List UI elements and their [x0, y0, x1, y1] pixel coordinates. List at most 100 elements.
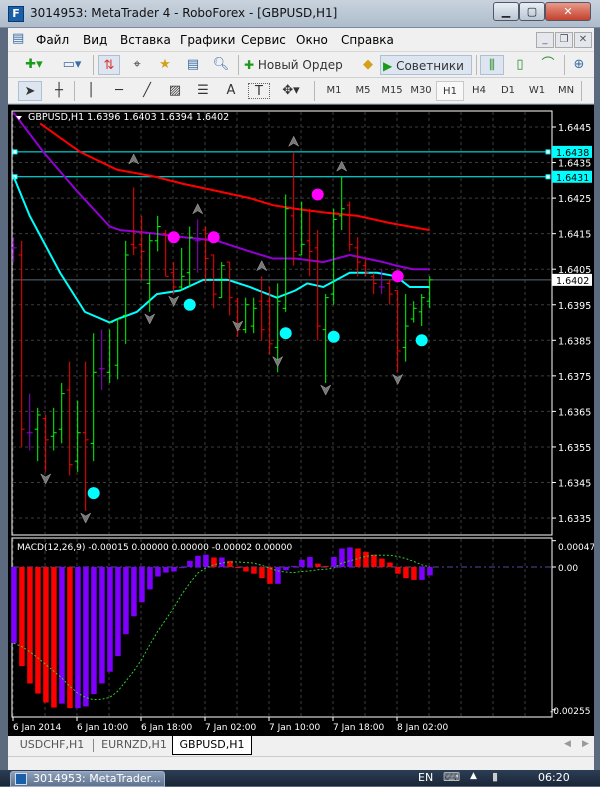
tab-eurnzd[interactable]: EURNZD,H1 — [94, 736, 174, 755]
timeframe-m1[interactable]: M1 — [320, 81, 348, 101]
macd-histogram-bar — [251, 567, 257, 574]
mdi-minimize-button[interactable]: _ — [536, 32, 554, 48]
timeframe-d1[interactable]: D1 — [494, 81, 522, 101]
vertical-line-icon[interactable]: │ — [80, 81, 102, 101]
maximize-button[interactable]: ▢ — [519, 2, 545, 21]
network-icon[interactable]: ▮ — [492, 770, 498, 783]
signal-dot-low — [279, 327, 292, 340]
document-icon[interactable]: ▤ — [12, 31, 24, 46]
macd-histogram-bar — [147, 567, 153, 590]
price-tick-label: 1.6365 — [558, 407, 591, 418]
new-chart-icon[interactable]: ✚▾ — [18, 55, 50, 75]
show-hidden-icons-icon[interactable]: ▲ — [470, 771, 477, 781]
new-order-button[interactable]: ✚ Новый Ордер — [244, 55, 356, 75]
macd-histogram-bar — [19, 567, 25, 667]
price-tick-label: 1.6375 — [558, 372, 591, 383]
macd-tick-label: 0.00 — [558, 564, 578, 574]
macd-histogram-bar — [307, 556, 313, 567]
mdi-restore-button[interactable]: ❐ — [555, 32, 573, 48]
metatrader-icon — [15, 773, 27, 785]
signal-dot-high — [391, 270, 404, 283]
mdi-close-button[interactable]: ✕ — [574, 32, 592, 48]
minimize-button[interactable]: ▁ — [493, 2, 519, 21]
signal-dot-low — [87, 487, 100, 500]
taskbar-label: 3014953: MetaTrader... — [33, 772, 161, 785]
macd-histogram-bar — [83, 567, 89, 707]
timeframe-m5[interactable]: M5 — [349, 81, 377, 101]
tab-scroll-left-icon[interactable]: ◀ — [564, 739, 571, 749]
market-watch-icon[interactable]: ⇅ — [98, 55, 120, 75]
horizontal-line-icon[interactable]: ─ — [108, 81, 130, 101]
profiles-icon[interactable]: ▭▾ — [56, 55, 88, 75]
warning-icon[interactable]: ◆ — [358, 55, 378, 75]
cursor-icon[interactable]: ➤ — [18, 81, 42, 101]
strategy-tester-icon[interactable]: 🔍︎ — [210, 55, 232, 75]
macd-histogram-bar — [323, 565, 329, 567]
menu-help[interactable]: Справка — [341, 33, 394, 47]
macd-histogram-bar — [363, 551, 369, 567]
menu-view[interactable]: Вид — [83, 33, 107, 47]
macd-histogram-bar — [243, 567, 249, 572]
clock[interactable]: 06:20 — [538, 771, 570, 784]
trendline-icon[interactable]: ╱ — [136, 81, 158, 101]
fibonacci-icon[interactable]: ☰ — [192, 81, 214, 101]
macd-histogram-bar — [315, 563, 321, 567]
signal-dot-low — [415, 334, 428, 347]
tab-gbpusd[interactable]: GBPUSD,H1 — [172, 736, 252, 755]
menu-insert[interactable]: Вставка — [120, 33, 171, 47]
tab-scroll-right-icon[interactable]: ▶ — [582, 739, 589, 749]
timeframe-h4[interactable]: H4 — [465, 81, 493, 101]
equidistant-channel-icon[interactable]: ▨ — [164, 81, 186, 101]
timeframe-m30[interactable]: M30 — [407, 81, 435, 101]
text-label-icon[interactable]: T — [248, 83, 270, 99]
line-handle — [545, 174, 551, 180]
title-bar: F 3014953: MetaTrader 4 - RoboForex - [G… — [0, 0, 600, 28]
arrows-dropdown-icon[interactable]: ✥▾ — [276, 81, 306, 101]
macd-histogram-bar — [403, 567, 409, 579]
macd-histogram-bar — [27, 567, 33, 684]
keyboard-icon[interactable]: ⌨ — [443, 770, 460, 784]
menu-file[interactable]: Файл — [36, 33, 69, 47]
macd-histogram-bar — [419, 567, 425, 580]
macd-histogram-bar — [379, 558, 385, 567]
crosshair-navigator-icon[interactable]: ⌖ — [126, 55, 148, 75]
candlestick-icon[interactable]: ▯ — [508, 55, 532, 75]
favorites-folder-icon[interactable]: ★ — [154, 55, 176, 75]
new-order-label: Новый Ордер — [257, 58, 343, 72]
timeframe-m15[interactable]: M15 — [378, 81, 406, 101]
macd-histogram-bar — [139, 567, 145, 603]
macd-histogram-bar — [51, 567, 57, 708]
macd-histogram-bar — [387, 562, 393, 567]
macd-histogram-bar — [123, 567, 129, 635]
macd-tick-label: -0.00255 — [550, 707, 590, 717]
price-tick-label: 1.6385 — [558, 336, 591, 347]
macd-tick-label: 0.00047 — [558, 543, 594, 553]
bar-chart-icon[interactable]: ⫼ — [480, 55, 504, 75]
expert-advisors-label: Советники — [396, 59, 464, 73]
menu-window[interactable]: Окно — [296, 33, 328, 47]
taskbar-metatrader-button[interactable]: 3014953: MetaTrader... — [10, 771, 165, 787]
line-chart-icon[interactable]: ⌒ — [536, 55, 560, 75]
chart-window[interactable]: 1.64451.64351.64251.64151.64051.63951.63… — [8, 105, 594, 736]
menu-tools[interactable]: Сервис — [241, 33, 286, 47]
timeframe-mn[interactable]: MN — [552, 81, 580, 101]
timeframe-w1[interactable]: W1 — [523, 81, 551, 101]
terminal-icon[interactable]: ▤ — [182, 55, 204, 75]
macd-histogram-bar — [291, 565, 297, 567]
language-indicator[interactable]: EN — [418, 771, 433, 784]
macd-histogram-bar — [203, 554, 209, 567]
expert-advisors-button[interactable]: ▶ Советники — [380, 55, 472, 75]
zoom-in-icon[interactable]: ⊕ — [568, 55, 590, 75]
macd-histogram-bar — [99, 567, 105, 684]
window-title: 3014953: MetaTrader 4 - RoboForex - [GBP… — [30, 6, 338, 20]
menu-charts[interactable]: Графики — [180, 33, 235, 47]
text-tool-icon[interactable]: A — [220, 81, 242, 101]
app-logo-icon: F — [8, 6, 24, 22]
crosshair-icon[interactable]: ┼ — [48, 81, 70, 101]
close-button[interactable]: ✕ — [545, 2, 591, 21]
macd-histogram-bar — [131, 567, 137, 617]
line-handle — [545, 149, 551, 155]
tab-usdchf[interactable]: USDCHF,H1 — [10, 736, 94, 755]
timeframe-h1[interactable]: H1 — [436, 81, 464, 101]
drawing-toolbar: ➤ ┼ │ ─ ╱ ▨ ☰ A T ✥▾ M1 M5 M15 M30 H1 H4 D1 W1 M… — [8, 78, 594, 104]
